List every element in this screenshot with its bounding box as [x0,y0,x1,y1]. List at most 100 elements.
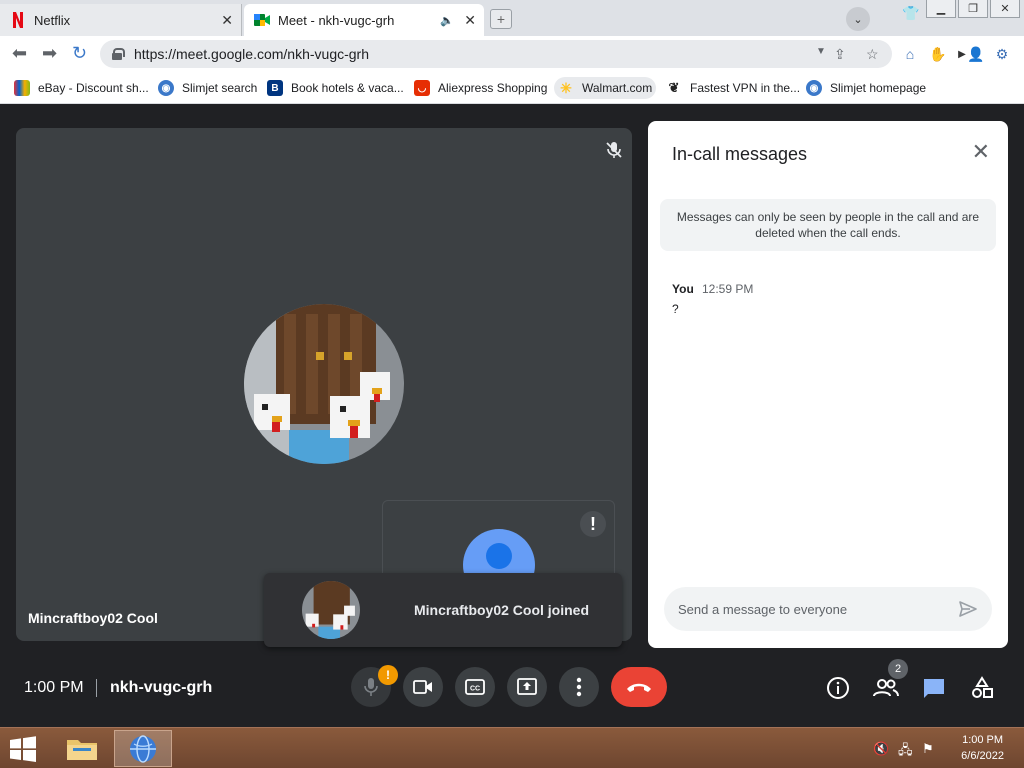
system-clock[interactable]: 1:00 PM 6/6/2022 [961,732,1004,764]
walmart-icon: ✳ [560,79,572,96]
info-icon [827,677,849,699]
audio-playing-icon[interactable]: 🔈 [440,14,454,27]
bookmark-walmart[interactable]: ✳ Walmart.com [554,77,657,99]
divider [96,679,97,697]
theme-shirt-icon[interactable]: 👕 [902,5,919,22]
people-button[interactable] [873,675,899,701]
tab-title: Netflix [34,12,71,28]
bookmark-vpn[interactable]: ❦ Fastest VPN in the... [662,77,804,99]
mic-warning-badge[interactable]: ! [378,665,398,685]
reload-icon[interactable]: ↻ [72,43,87,64]
globe-icon: ◉ [158,80,174,96]
message-input[interactable] [678,601,938,617]
network-icon[interactable]: 🖧 [898,741,913,763]
alert-icon[interactable]: ! [580,511,606,537]
bookmark-slimjet-homepage[interactable]: ◉ Slimjet homepage [802,77,930,99]
present-button[interactable] [507,667,547,707]
extension-hand-icon[interactable]: ✋ [928,44,948,64]
bookmark-slimjet-search[interactable]: ◉ Slimjet search [154,77,261,99]
bookmark-label: Walmart.com [582,81,653,95]
restore-icon[interactable]: ❐ [958,0,988,18]
bookmark-star-icon[interactable]: ☆ [866,46,879,63]
tab-search-chevron-icon[interactable]: ⌄ [846,7,870,31]
google-meet-icon [254,12,270,28]
microphone-icon [364,678,378,696]
meeting-code: nkh-vugc-grh [110,679,213,696]
participant-name: Mincraftboy02 Cool [28,610,158,626]
meeting-time: 1:00 PM [24,679,84,696]
windows-start-icon[interactable] [8,736,38,762]
tab-title: Meet - nkh-vugc-grh [278,12,395,28]
chat-icon [924,679,944,698]
globe-icon: ◉ [806,80,822,96]
netflix-icon [10,12,26,28]
folder-icon [67,740,97,760]
address-bar: ⬅ ➡ ↻ https://meet.google.com/nkh-vugc-g… [0,36,1024,72]
bookmark-label: eBay - Discount sh... [38,81,149,95]
message-text: ? [672,302,679,316]
toast-text: Mincraftboy02 Cool joined [414,602,590,618]
slimjet-globe-icon [130,734,156,763]
bookmark-aliexpress[interactable]: ◡ Aliexpress Shopping [410,77,551,99]
bookmark-booking[interactable]: B Book hotels & vaca... [263,77,408,99]
back-icon[interactable]: ⬅ [12,43,27,64]
toast-avatar [302,581,360,639]
mic-off-icon [606,142,622,158]
end-call-icon [627,683,651,692]
windows-taskbar: 🔇 🖧 ⚑ 1:00 PM 6/6/2022 [0,727,1024,768]
captions-button[interactable]: CC [455,667,495,707]
profile-icon[interactable]: 👤 [966,44,986,64]
home-icon[interactable]: ⌂ [900,44,920,64]
share-icon[interactable]: ⇪ [834,46,846,63]
present-screen-icon [517,678,537,695]
url-text[interactable]: https://meet.google.com/nkh-vugc-grh [134,46,369,62]
lock-icon[interactable] [112,48,125,60]
vpn-icon: ❦ [668,80,680,95]
more-options-button[interactable] [559,667,599,707]
volume-muted-icon[interactable]: 🔇 [873,741,889,757]
slimjet-menu-icon[interactable]: ⚙ [992,44,1012,64]
close-window-icon[interactable]: ✕ [990,0,1020,18]
tab-meet[interactable]: Meet - nkh-vugc-grh 🔈 ✕ [244,4,484,36]
meeting-details-button[interactable] [825,675,851,701]
slimjet-taskbar-button[interactable] [114,730,172,767]
close-tab-icon[interactable]: ✕ [221,12,233,29]
forward-icon[interactable]: ➡ [42,43,57,64]
file-explorer-taskbar-button[interactable] [60,730,104,766]
clock-date: 6/6/2022 [961,750,1004,762]
window-controls: ▁ ❐ ✕ [926,0,1020,18]
chat-notice: Messages can only be seen by people in t… [660,199,996,251]
booking-icon: B [267,80,283,96]
close-icon[interactable]: ✕ [972,141,990,163]
message-input-container[interactable] [664,587,992,631]
tab-bar: Netflix ✕ Meet - nkh-vugc-grh 🔈 ✕ + ⌄ 👕 … [0,0,1024,36]
bookmark-label: Fastest VPN in the... [690,81,801,95]
participant-avatar [244,304,404,464]
close-tab-icon[interactable]: ✕ [464,12,476,29]
bookmark-label: Book hotels & vaca... [291,81,404,95]
dropdown-icon[interactable]: ▼ [816,46,826,57]
aliexpress-icon: ◡ [414,80,430,96]
captions-icon: CC [465,679,485,695]
activities-button[interactable] [969,675,995,701]
leave-call-button[interactable] [611,667,667,707]
camera-button[interactable] [403,667,443,707]
bookmarks-bar: eBay - Discount sh... ◉ Slimjet search B… [0,72,1024,104]
new-tab-button[interactable]: + [490,9,512,29]
minimize-icon[interactable]: ▁ [926,0,956,18]
svg-text:CC: CC [470,686,480,693]
tab-netflix[interactable]: Netflix ✕ [0,4,242,36]
chat-button[interactable] [921,675,947,701]
message-time: 12:59 PM [702,282,754,296]
people-icon [873,679,899,697]
participant-count-badge: 2 [888,659,908,679]
action-center-icon[interactable]: ⚑ [922,741,934,757]
omnibox[interactable]: https://meet.google.com/nkh-vugc-grh ▼ ⇪… [100,40,892,68]
more-vert-icon [576,677,582,697]
send-icon[interactable] [958,599,978,619]
chat-title: In-call messages [672,144,808,164]
activities-icon [972,676,993,698]
bookmark-label: Slimjet homepage [830,81,927,95]
bookmark-ebay[interactable]: eBay - Discount sh... [10,77,153,99]
meet-call-area: Mincraftboy02 Cool ! Mincraftboy02 Cool … [0,105,1024,727]
